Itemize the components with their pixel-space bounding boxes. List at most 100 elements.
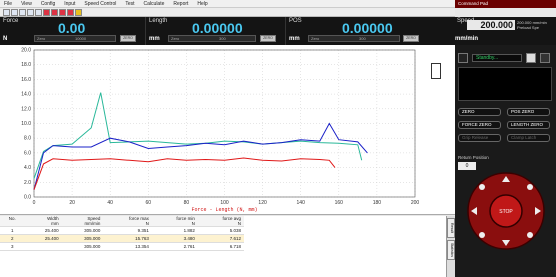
pos-label: POS (289, 18, 302, 24)
x-tick-label: 100 (220, 200, 229, 206)
tab-statistics[interactable]: Statistics (447, 240, 455, 260)
menu-speed-control[interactable]: Speed Control (84, 1, 116, 7)
x-axis-label: Force - Length (N, mm) (191, 207, 257, 213)
force-label: Force (3, 18, 19, 24)
menu-file[interactable]: File (4, 1, 12, 7)
y-tick-label: 18.0 (21, 62, 31, 68)
pause-icon[interactable] (458, 53, 468, 63)
tab-result[interactable]: Result (447, 218, 455, 238)
open-file-icon[interactable] (11, 8, 18, 16)
jog-fast-up-icon[interactable] (479, 184, 485, 190)
menu-view[interactable]: View (21, 1, 32, 7)
x-tick-label: 200 (411, 200, 420, 206)
pos-zero-box: Zero 300 (308, 35, 400, 42)
x-tick-label: 180 (373, 200, 382, 206)
force-readout: Force 0.00 N Zero 10000 ZERO (0, 17, 146, 45)
x-tick-label: 80 (184, 200, 190, 206)
speed-readout: Speed 200.000 mm/min 200.000 mm/min Prel… (455, 17, 556, 45)
series-line-0 (33, 92, 363, 179)
col-header: Width mm (24, 216, 62, 227)
menu-bar: File View Config Input Speed Control Tes… (0, 0, 455, 8)
jog-control: STOP (467, 172, 545, 250)
col-header: force max N (103, 216, 152, 227)
length-label: Length (149, 18, 168, 24)
force-zero-button[interactable]: FORCE ZERO (458, 121, 501, 129)
y-tick-label: 0.0 (24, 195, 31, 201)
pos-zero-button-ctl[interactable]: POS ZERO (507, 108, 550, 116)
jog-slow-up-icon[interactable] (527, 184, 533, 190)
pos-unit: mm (289, 36, 300, 42)
menu-config[interactable]: Config (41, 1, 55, 7)
y-tick-label: 2.0 (24, 180, 31, 186)
grip-release-button[interactable]: Grip Release (458, 134, 501, 142)
menu-calculate[interactable]: Calculate (144, 1, 165, 7)
length-value: 0.00000 (192, 20, 243, 36)
status-display: Standby... (472, 54, 522, 62)
table-row[interactable]: 1 25.400 305.000 9.351 1.882 5.038 (0, 226, 244, 235)
print-icon[interactable] (27, 8, 34, 16)
force-value: 0.00 (58, 20, 86, 36)
speed-unit: mm/min (455, 36, 479, 42)
y-tick-label: 14.0 (21, 92, 31, 98)
save-icon[interactable] (19, 8, 26, 16)
pos-zero-button[interactable]: ZERO (403, 35, 419, 42)
results-table: No. Width mm Speed mm/min force max N force… (0, 216, 244, 251)
x-tick-label: 160 (335, 200, 344, 206)
report-icon[interactable] (59, 8, 66, 16)
chart-svg: 0.0 2.0 4.0 6.0 8.0 10.0 12.0 14.0 16.0 18.0 20.0 0… (21, 48, 420, 214)
toolbar (0, 8, 455, 17)
length-zero-box: Zero 300 (168, 35, 256, 42)
record-icon[interactable] (43, 8, 50, 16)
clamp-latch-button[interactable]: Clamp Latch (507, 134, 550, 142)
document-icon[interactable] (431, 63, 441, 79)
force-zero-button[interactable]: ZERO (120, 35, 136, 42)
col-header: No. (0, 216, 25, 227)
new-file-icon[interactable] (3, 8, 10, 16)
status-row: Standby... (458, 53, 551, 63)
force-zero-box: Zero 10000 (34, 35, 116, 42)
zero-button[interactable]: ZERO (458, 108, 501, 116)
length-readout: Length 0.00000 mm Zero 300 ZERO (146, 17, 286, 45)
y-tick-label: 20.0 (21, 48, 31, 54)
results-table-panel: No. Width mm Speed mm/min force max N force… (0, 216, 446, 277)
y-tick-label: 4.0 (24, 165, 31, 171)
length-zero-button[interactable]: ZERO (260, 35, 276, 42)
chart-icon[interactable] (51, 8, 58, 16)
menu-test[interactable]: Test (125, 1, 134, 7)
series-line-2 (33, 157, 336, 190)
jog-slow-down-icon[interactable] (527, 232, 533, 238)
x-tick-label: 60 (146, 200, 152, 206)
return-position-input[interactable]: 0 (458, 162, 476, 170)
length-zero-button[interactable]: LENGTH ZERO (507, 121, 550, 129)
x-tick-label: 140 (297, 200, 306, 206)
speed-value[interactable]: 200.000 (467, 20, 515, 30)
force-length-chart: 0.0 2.0 4.0 6.0 8.0 10.0 12.0 14.0 16.0 18.0 20.0 0… (0, 45, 455, 215)
x-tick-label: 40 (107, 200, 113, 206)
table-row[interactable]: 2 25.400 305.000 15.763 3.480 7.612 (0, 234, 244, 243)
table-row[interactable]: 3 305.000 13.354 2.761 6.718 (0, 242, 244, 251)
window-title: Command Pad (458, 1, 489, 6)
menu-help[interactable]: Help (197, 1, 207, 7)
y-tick-label: 12.0 (21, 106, 31, 112)
x-tick-label: 0 (33, 200, 36, 206)
dark-toggle[interactable] (540, 53, 550, 63)
menu-input[interactable]: Input (64, 1, 75, 7)
menu-report[interactable]: Report (173, 1, 188, 7)
y-tick-label: 8.0 (24, 136, 31, 142)
readout-bar: Force 0.00 N Zero 10000 ZERO Length 0.000… (0, 17, 455, 45)
camera-icon[interactable] (75, 8, 82, 16)
speed-spec: 200.000 mm/min Preload Spe (517, 20, 547, 30)
pos-value: 0.00000 (342, 20, 393, 36)
col-header: force avg N (197, 216, 244, 227)
export-icon[interactable] (67, 8, 74, 16)
force-unit: N (3, 36, 8, 42)
y-tick-label: 16.0 (21, 77, 31, 83)
return-position-label: Return Position (458, 155, 489, 160)
y-tick-label: 6.0 (24, 150, 31, 156)
settings-icon[interactable] (35, 8, 42, 16)
message-display (458, 67, 552, 101)
jog-fast-down-icon[interactable] (479, 232, 485, 238)
light-toggle[interactable] (526, 53, 536, 63)
command-pad-titlebar: Command Pad (455, 0, 556, 8)
side-tabs: Result Statistics (446, 216, 455, 277)
